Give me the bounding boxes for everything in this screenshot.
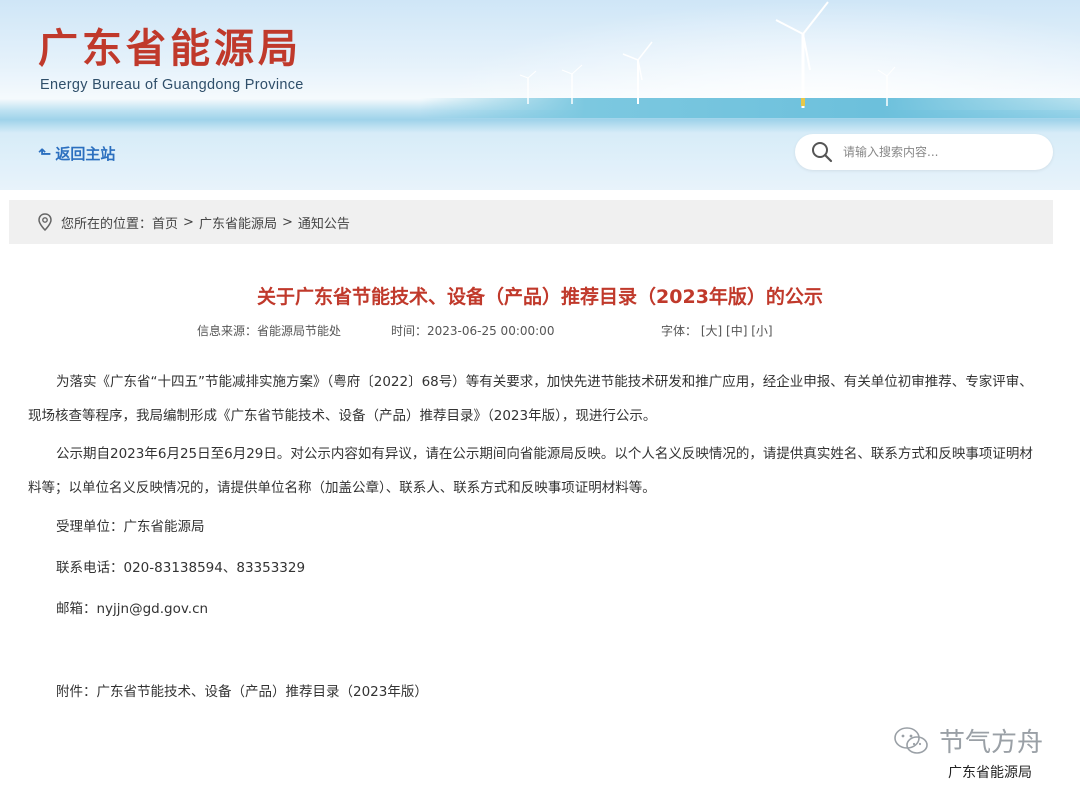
breadcrumb-bureau[interactable]: 广东省能源局 — [199, 213, 277, 232]
font-size-small[interactable]: [小] — [751, 324, 772, 338]
font-size-large[interactable]: [大] — [701, 324, 722, 338]
contact-email: 邮箱：nyjjn@gd.gov.cn — [56, 601, 209, 617]
wind-turbine-icon — [622, 41, 653, 104]
font-size-controls: 字体： [大] [中] [小] — [661, 322, 773, 339]
breadcrumb-separator: > — [281, 214, 293, 230]
article-source: 信息来源：省能源局节能处 — [197, 324, 342, 338]
article-paragraph-2: 公示期自2023年6月25日至6月29日。对公示内容如有异议，请在公示期间向省能… — [28, 446, 1033, 496]
wind-turbine-icon — [519, 70, 537, 104]
breadcrumb: 您所在的位置： 首页 > 广东省能源局 > 通知公告 — [9, 200, 1053, 244]
back-to-main-site-link[interactable]: ⬑ 返回主站 — [38, 143, 115, 164]
search-box — [795, 134, 1053, 170]
article-title: 关于广东省节能技术、设备（产品）推荐目录（2023年版）的公示 — [257, 286, 823, 308]
font-size-medium[interactable]: [中] — [726, 324, 747, 338]
watermark-source: 广东省能源局 — [948, 765, 1032, 781]
breadcrumb-notices[interactable]: 通知公告 — [298, 213, 350, 232]
back-link-label: 返回主站 — [55, 145, 116, 163]
wind-turbine-icon — [877, 66, 896, 106]
article-paragraph-1: 为落实《广东省“十四五”节能减排实施方案》（粤府〔2022〕68号）等有关要求，… — [28, 374, 1033, 424]
site-header: 广东省能源局 Energy Bureau of Guangdong Provin… — [0, 0, 1080, 190]
article-time: 时间：2023-06-25 00:00:00 — [391, 324, 555, 338]
watermark: 节气方舟 — [893, 722, 1043, 759]
breadcrumb-separator: > — [183, 214, 194, 230]
wechat-icon — [894, 726, 928, 754]
site-logo-subtitle: Energy Bureau of Guangdong Province — [40, 77, 304, 93]
watermark-channel: 节气方舟 — [939, 728, 1044, 758]
wind-turbine-icon — [775, 1, 829, 108]
attachment-link[interactable]: 附件：广东省节能技术、设备（产品）推荐目录（2023年版） — [56, 680, 428, 700]
breadcrumb-label: 您所在的位置： — [61, 216, 153, 232]
search-input[interactable] — [843, 145, 1033, 159]
wind-turbine-icon — [561, 64, 583, 104]
font-size-label: 字体： — [661, 324, 698, 338]
search-icon[interactable] — [811, 141, 833, 163]
contact-phone: 联系电话：020-83138594、83353329 — [56, 560, 306, 576]
site-logo-title: 广东省能源局 — [38, 25, 302, 72]
accept-unit: 受理单位：广东省能源局 — [56, 519, 205, 535]
location-pin-icon — [38, 213, 52, 231]
return-arrow-icon: ⬑ — [38, 143, 52, 163]
breadcrumb-home[interactable]: 首页 — [152, 213, 178, 232]
